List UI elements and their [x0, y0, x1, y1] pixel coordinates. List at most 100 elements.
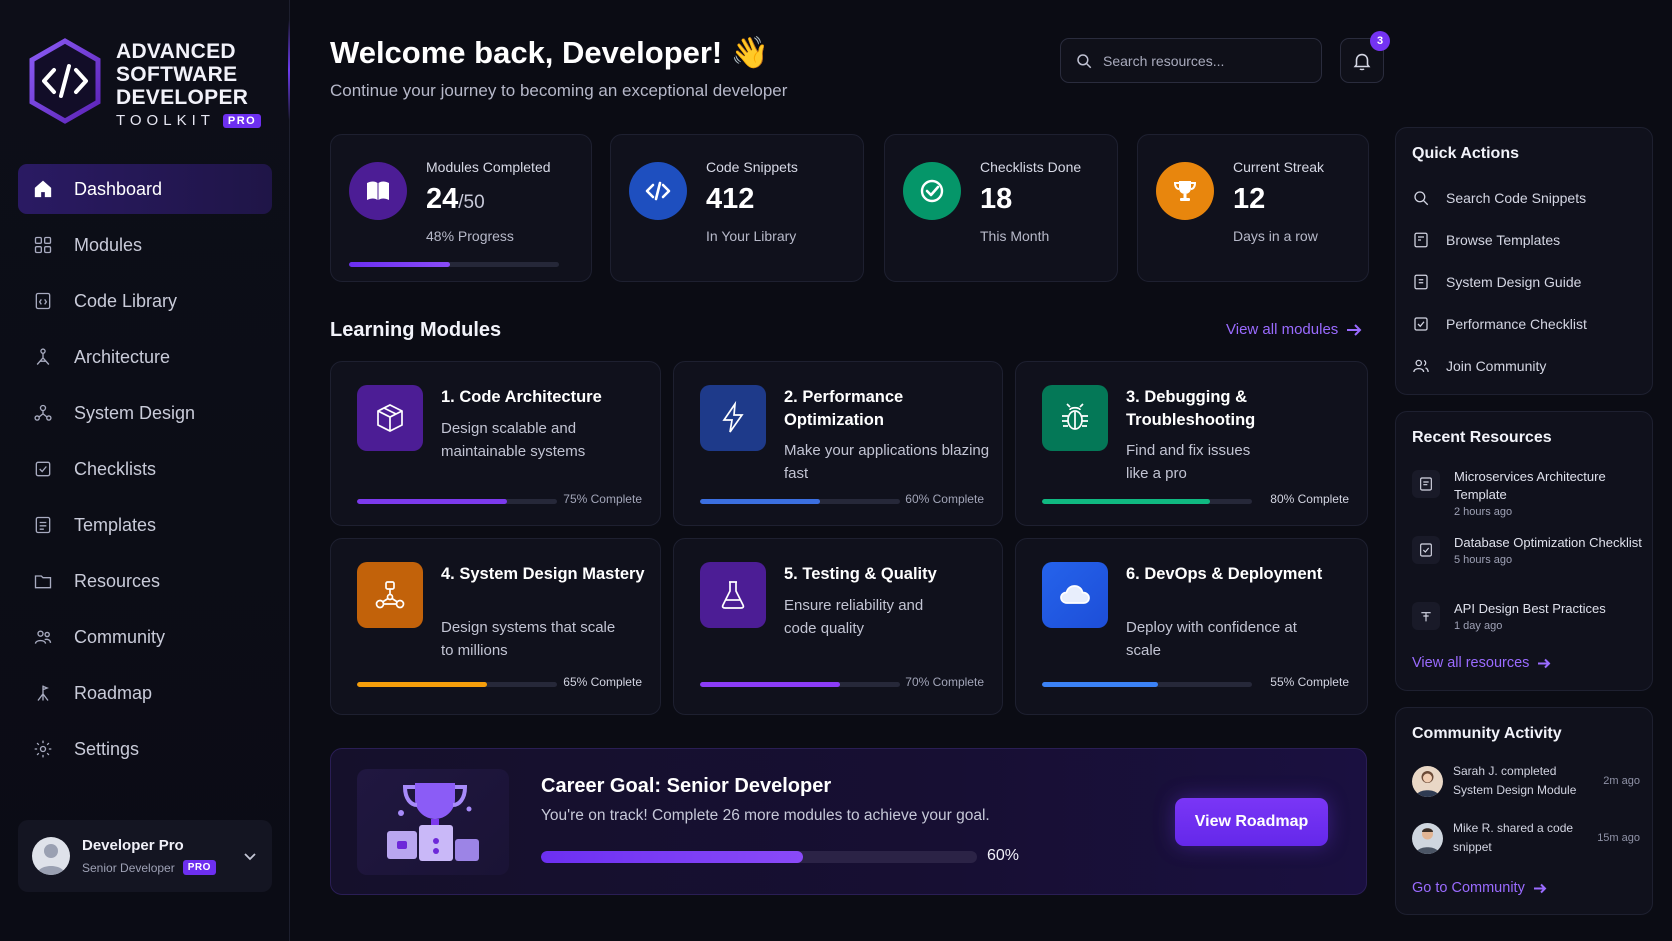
sidebar-item-label: System Design — [74, 402, 196, 423]
chevron-down-icon[interactable] — [242, 848, 258, 864]
user-pro-badge: PRO — [182, 860, 216, 875]
quick-action-label: System Design Guide — [1446, 274, 1582, 290]
search-input[interactable] — [1103, 52, 1303, 69]
user-name: Developer Pro — [82, 837, 184, 854]
arrow-right-icon — [1533, 883, 1547, 893]
user-profile-card[interactable]: Developer Pro Senior Developer PRO — [18, 820, 272, 892]
activity-time: 15m ago — [1597, 832, 1640, 844]
checklist-icon — [32, 458, 54, 480]
module-progress-label: 60% Complete — [905, 492, 984, 506]
roadmap-icon — [32, 682, 54, 704]
sidebar-item-label: Architecture — [74, 346, 171, 367]
brand-line-3: Developer — [116, 86, 249, 109]
notifications-button[interactable]: 3 — [1340, 31, 1390, 83]
activity-item[interactable]: Sarah J. completed System Design Module … — [1412, 762, 1640, 800]
home-icon — [32, 178, 54, 200]
module-card-code-architecture[interactable]: 1. Code Architecture Design scalable and… — [330, 361, 661, 526]
progress-fill — [1042, 682, 1158, 687]
stat-card-code-snippets[interactable]: Code Snippets 412 In Your Library — [610, 134, 864, 282]
resource-time: 2 hours ago — [1454, 506, 1513, 518]
progress-fill — [1042, 499, 1210, 504]
resource-title: Microservices Architecture Template — [1454, 469, 1606, 502]
stat-value: 12 — [1233, 183, 1266, 215]
check-circle-icon — [903, 162, 961, 220]
module-card-performance-optimization[interactable]: 2. Performance Optimization Make your ap… — [673, 361, 1003, 526]
stat-card-modules-completed[interactable]: Modules Completed 24/50 48% Progress — [330, 134, 592, 282]
quick-action-browse-templates[interactable]: Browse Templates — [1412, 231, 1560, 249]
learning-modules-title: Learning Modules — [330, 319, 502, 341]
resource-title: Database Optimization Checklist — [1454, 535, 1642, 550]
template-icon — [32, 514, 54, 536]
module-progress-label: 70% Complete — [905, 675, 984, 689]
trophy-icon — [1156, 162, 1214, 220]
sidebar-item-system-design[interactable]: System Design — [18, 388, 272, 438]
progress-fill — [349, 262, 450, 267]
view-all-modules-label: View all modules — [1226, 321, 1339, 338]
template-icon — [1414, 232, 1428, 248]
sidebar-item-resources[interactable]: Resources — [18, 556, 272, 606]
quick-action-search-code-snippets[interactable]: Search Code Snippets — [1412, 189, 1586, 207]
module-card-devops-deployment[interactable]: 6. DevOps & Deployment Deploy with confi… — [1015, 538, 1368, 715]
sidebar-item-roadmap[interactable]: Roadmap — [18, 668, 272, 718]
view-all-resources-label: View all resources — [1412, 655, 1530, 671]
quick-action-performance-checklist[interactable]: Performance Checklist — [1412, 315, 1587, 333]
sidebar-item-community[interactable]: Community — [18, 612, 272, 662]
module-description: Deploy with confidence at scale — [1126, 619, 1297, 659]
view-all-resources-link[interactable]: View all resources — [1412, 655, 1551, 671]
sidebar-item-label: Dashboard — [74, 178, 163, 199]
quick-actions-panel: Quick Actions Search Code Snippets Brows… — [1395, 127, 1653, 395]
sidebar-item-modules[interactable]: Modules — [18, 220, 272, 270]
sidebar-item-label: Settings — [74, 738, 140, 759]
resource-item[interactable]: Microservices Architecture Template 2 ho… — [1412, 468, 1642, 518]
progress-fill — [357, 499, 507, 504]
sidebar-item-checklists[interactable]: Checklists — [18, 444, 272, 494]
module-progress-label: 75% Complete — [563, 492, 642, 506]
sidebar-nav: Dashboard Modules Code Library Architect… — [18, 164, 272, 780]
sidebar-item-architecture[interactable]: Architecture — [18, 332, 272, 382]
progress-fill — [357, 682, 487, 687]
resource-title: API Design Best Practices — [1454, 601, 1606, 616]
modules-progress-bar — [349, 262, 559, 267]
sidebar-item-dashboard[interactable]: Dashboard — [18, 164, 272, 214]
resource-item[interactable]: Database Optimization Checklist 5 hours … — [1412, 534, 1642, 566]
module-card-system-design-mastery[interactable]: 4. System Design Mastery Design systems … — [330, 538, 661, 715]
system-design-icon — [32, 402, 54, 424]
brand-logo[interactable]: Advanced Software Developer TOOLKIT PRO — [28, 38, 262, 129]
go-to-community-link[interactable]: Go to Community — [1412, 880, 1547, 896]
search-box[interactable] — [1060, 38, 1322, 83]
quick-action-system-design-guide[interactable]: System Design Guide — [1412, 273, 1581, 291]
progress-fill — [541, 851, 803, 863]
module-title: 1. Code Architecture — [441, 388, 602, 406]
brand-toolkit: TOOLKIT — [116, 112, 215, 129]
bug-icon — [1042, 385, 1108, 451]
sidebar-item-templates[interactable]: Templates — [18, 500, 272, 550]
checkbox-icon — [1414, 317, 1428, 331]
activity-text-line-2: System Design Module — [1453, 783, 1577, 797]
module-progress-bar — [357, 499, 557, 504]
notification-count-badge: 3 — [1370, 31, 1390, 51]
quick-action-label: Performance Checklist — [1446, 316, 1587, 332]
quick-action-join-community[interactable]: Join Community — [1412, 357, 1546, 375]
brand-line-2: Software — [116, 63, 238, 86]
career-progress-bar — [541, 851, 977, 863]
user-role: Senior Developer — [82, 860, 175, 875]
stat-card-checklists-done[interactable]: Checklists Done 18 This Month — [884, 134, 1118, 282]
view-all-modules-link[interactable]: View all modules — [1226, 321, 1362, 338]
sidebar-item-label: Modules — [74, 234, 143, 255]
module-title: 5. Testing & Quality — [784, 565, 937, 583]
stat-label: Code Snippets — [706, 159, 798, 175]
view-roadmap-button[interactable]: View Roadmap — [1175, 798, 1328, 846]
stat-card-current-streak[interactable]: Current Streak 12 Days in a row — [1137, 134, 1369, 282]
career-goal-title: Career Goal: Senior Developer — [541, 775, 832, 797]
module-card-testing-quality[interactable]: 5. Testing & Quality Ensure reliability … — [673, 538, 1003, 715]
community-activity-panel: Community Activity Sarah J. completed Sy… — [1395, 707, 1653, 915]
sidebar-item-code-library[interactable]: Code Library — [18, 276, 272, 326]
resource-item[interactable]: API Design Best Practices 1 day ago — [1412, 600, 1642, 632]
trophy-illustration-icon — [357, 769, 509, 875]
activity-text-line-2: snippet — [1453, 840, 1492, 854]
avatar — [32, 837, 70, 875]
activity-time: 2m ago — [1603, 775, 1640, 787]
activity-item[interactable]: Mike R. shared a code snippet 15m ago — [1412, 819, 1640, 857]
module-card-debugging-troubleshooting[interactable]: 3. Debugging & Troubleshooting Find and … — [1015, 361, 1368, 526]
sidebar-item-settings[interactable]: Settings — [18, 724, 272, 774]
